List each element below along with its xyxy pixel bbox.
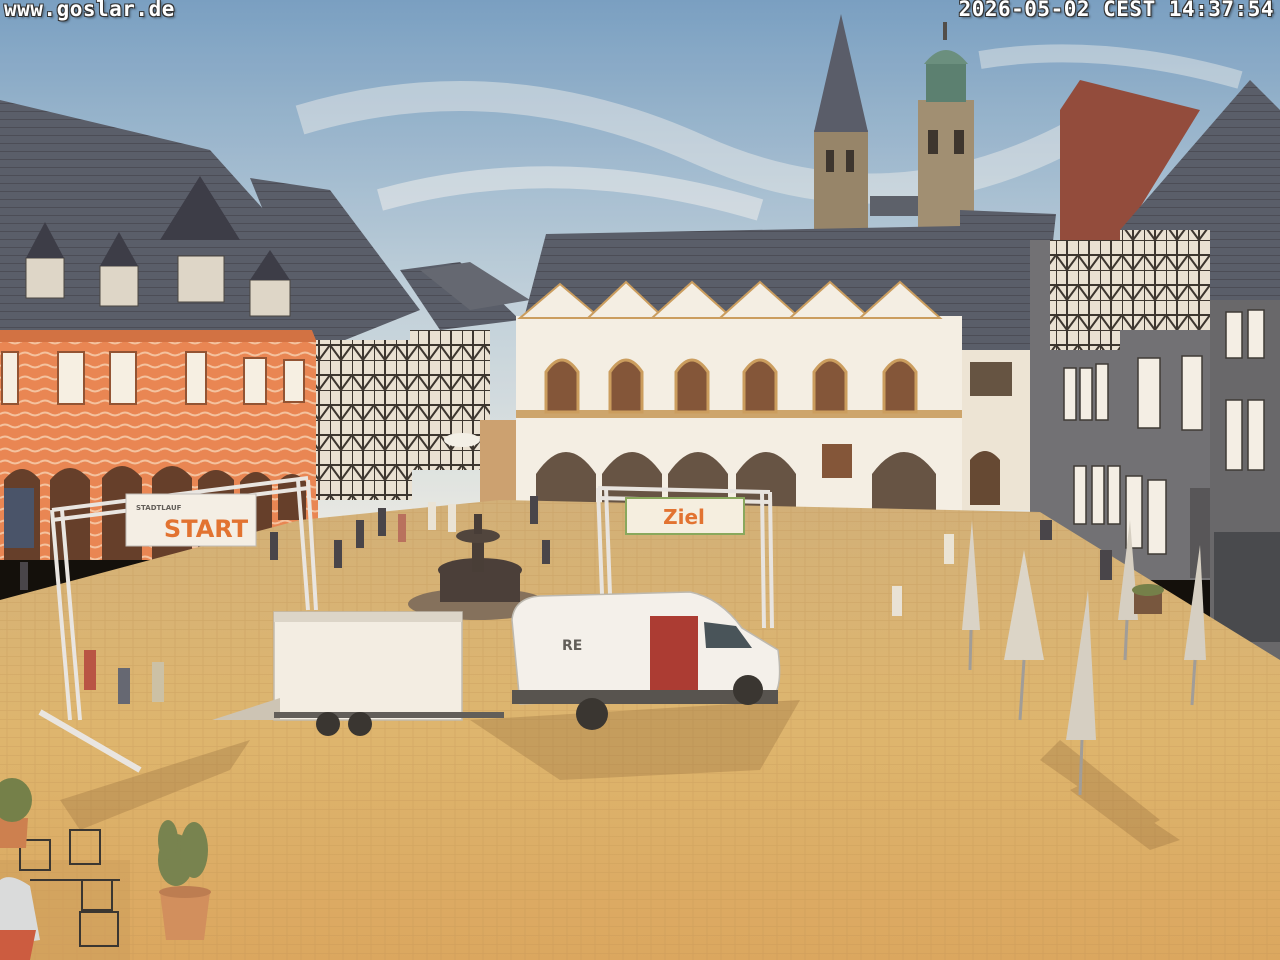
webcam-frame: START STADTLAUF Ziel RE www.goslar.de 20… [0, 0, 1280, 960]
timestamp-overlay: 2026-05-02 CEST 14:37:54 [958, 0, 1274, 21]
sunlight-tint [0, 0, 1280, 960]
market-square-scene: START STADTLAUF Ziel RE [0, 0, 1280, 960]
site-url-watermark: www.goslar.de [4, 0, 175, 21]
